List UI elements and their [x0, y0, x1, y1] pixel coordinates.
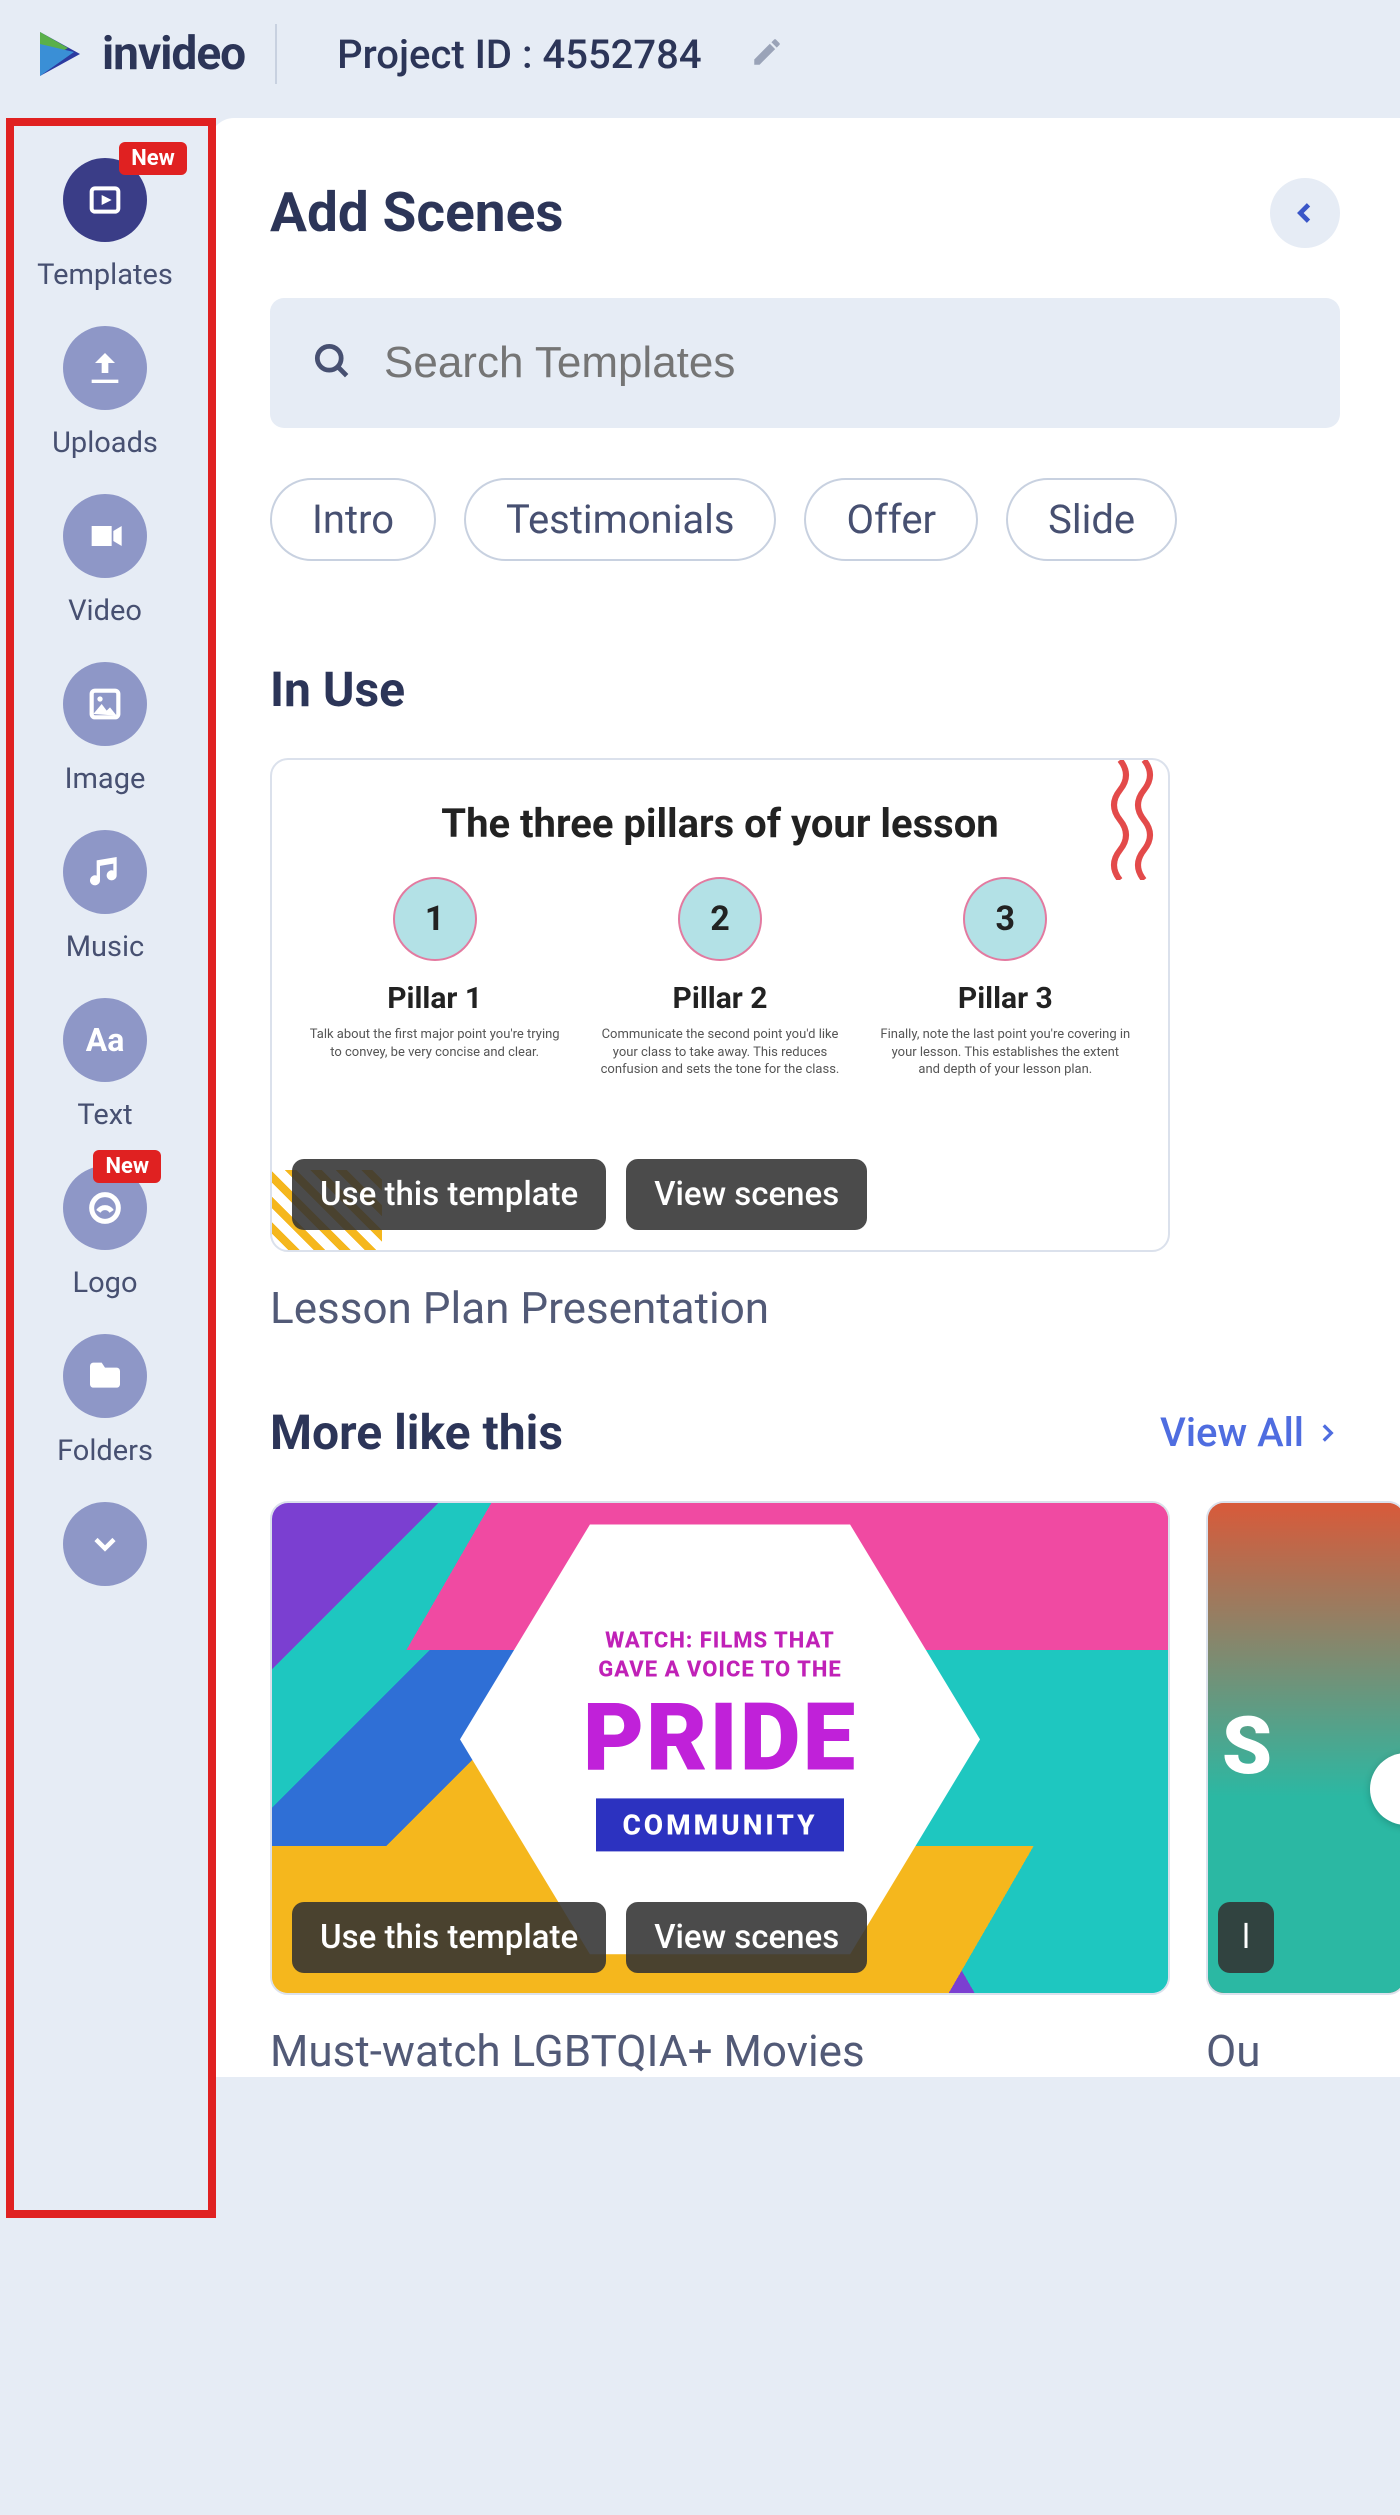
use-template-button[interactable]: Use this template	[292, 1902, 606, 1973]
sidebar-item-music[interactable]: Music	[63, 830, 147, 964]
collapse-panel-button[interactable]	[1270, 178, 1340, 248]
sidebar-item-label: Templates	[37, 258, 173, 292]
template-card[interactable]: WATCH: FILMS THAT GAVE A VOICE TO THE PR…	[270, 1501, 1170, 2077]
sidebar-item-logo[interactable]: New Logo	[63, 1166, 147, 1300]
sidebar-item-image[interactable]: Image	[63, 662, 147, 796]
chip-offer[interactable]: Offer	[804, 478, 978, 561]
search-icon	[310, 339, 354, 387]
image-icon	[63, 662, 147, 746]
new-badge: New	[119, 142, 187, 175]
view-scenes-button[interactable]: View scenes	[626, 1159, 867, 1230]
upload-icon	[63, 326, 147, 410]
chip-slide[interactable]: Slide	[1006, 478, 1177, 561]
video-icon	[63, 494, 147, 578]
chip-testimonials[interactable]: Testimonials	[464, 478, 776, 561]
sidebar-item-label: Music	[66, 930, 145, 964]
chevron-right-icon	[1314, 1420, 1340, 1446]
folder-icon	[63, 1334, 147, 1418]
music-icon	[63, 830, 147, 914]
sidebar-item-label: Folders	[57, 1434, 153, 1468]
section-title-in-use: In Use	[270, 661, 1400, 718]
sidebar-item-folders[interactable]: Folders	[57, 1334, 153, 1468]
chip-intro[interactable]: Intro	[270, 478, 436, 561]
top-bar: invideo Project ID : 4552784	[0, 0, 1400, 108]
template-thumbnail: The three pillars of your lesson 1 Pilla…	[270, 758, 1170, 1252]
project-id-label: Project ID : 4552784	[337, 31, 701, 78]
decoration-squiggle-icon	[1108, 760, 1168, 860]
sidebar-item-video[interactable]: Video	[63, 494, 147, 628]
sidebar-more-button[interactable]	[63, 1502, 147, 1586]
section-title-more: More like this	[270, 1404, 563, 1461]
sidebar-item-label: Image	[65, 762, 146, 796]
use-template-button-partial[interactable]: l	[1218, 1902, 1274, 1973]
template-card[interactable]: The three pillars of your lesson 1 Pilla…	[270, 758, 1170, 1334]
thumb-heading: The three pillars of your lesson	[302, 800, 1138, 847]
category-chips: Intro Testimonials Offer Slide	[270, 478, 1400, 561]
sidebar-item-text[interactable]: Aa Text	[63, 998, 147, 1132]
edit-icon[interactable]	[750, 35, 784, 73]
sidebar-item-templates[interactable]: New Templates	[37, 158, 173, 292]
brand-logo[interactable]: invideo	[30, 24, 277, 84]
text-icon: Aa	[63, 998, 147, 1082]
search-field[interactable]	[270, 298, 1340, 428]
new-badge: New	[93, 1150, 161, 1183]
sidebar-item-label: Uploads	[52, 426, 158, 460]
pillar-3: 3 Pillar 3 Finally, note the last point …	[880, 877, 1131, 1079]
search-input[interactable]	[384, 338, 1300, 388]
brand-name: invideo	[102, 27, 245, 81]
pillar-1: 1 Pillar 1 Talk about the first major po…	[309, 877, 560, 1079]
template-title-partial: Ou	[1206, 2025, 1400, 2077]
left-sidebar: New Templates Uploads Video Image	[0, 118, 210, 2077]
sidebar-item-label: Video	[68, 594, 142, 628]
view-all-link[interactable]: View All	[1160, 1409, 1340, 1456]
logo-mark-icon	[30, 24, 90, 84]
pillar-2: 2 Pillar 2 Communicate the second point …	[595, 877, 846, 1079]
template-title: Must-watch LGBTQIA+ Movies	[270, 2025, 1170, 2077]
view-scenes-button[interactable]: View scenes	[626, 1902, 867, 1973]
template-thumbnail: WATCH: FILMS THAT GAVE A VOICE TO THE PR…	[270, 1501, 1170, 1995]
template-thumbnail: S l	[1206, 1501, 1400, 1995]
sidebar-item-label: Logo	[73, 1266, 138, 1300]
template-title: Lesson Plan Presentation	[270, 1282, 1170, 1334]
sidebar-item-uploads[interactable]: Uploads	[52, 326, 158, 460]
sidebar-item-label: Text	[77, 1098, 132, 1132]
use-template-button[interactable]: Use this template	[292, 1159, 606, 1230]
template-card-partial[interactable]: S l Ou	[1206, 1501, 1400, 2077]
panel-title: Add Scenes	[270, 181, 564, 245]
scenes-panel: Add Scenes Intro Testimonials Offer Slid…	[210, 118, 1400, 2077]
view-all-label: View All	[1160, 1409, 1304, 1456]
